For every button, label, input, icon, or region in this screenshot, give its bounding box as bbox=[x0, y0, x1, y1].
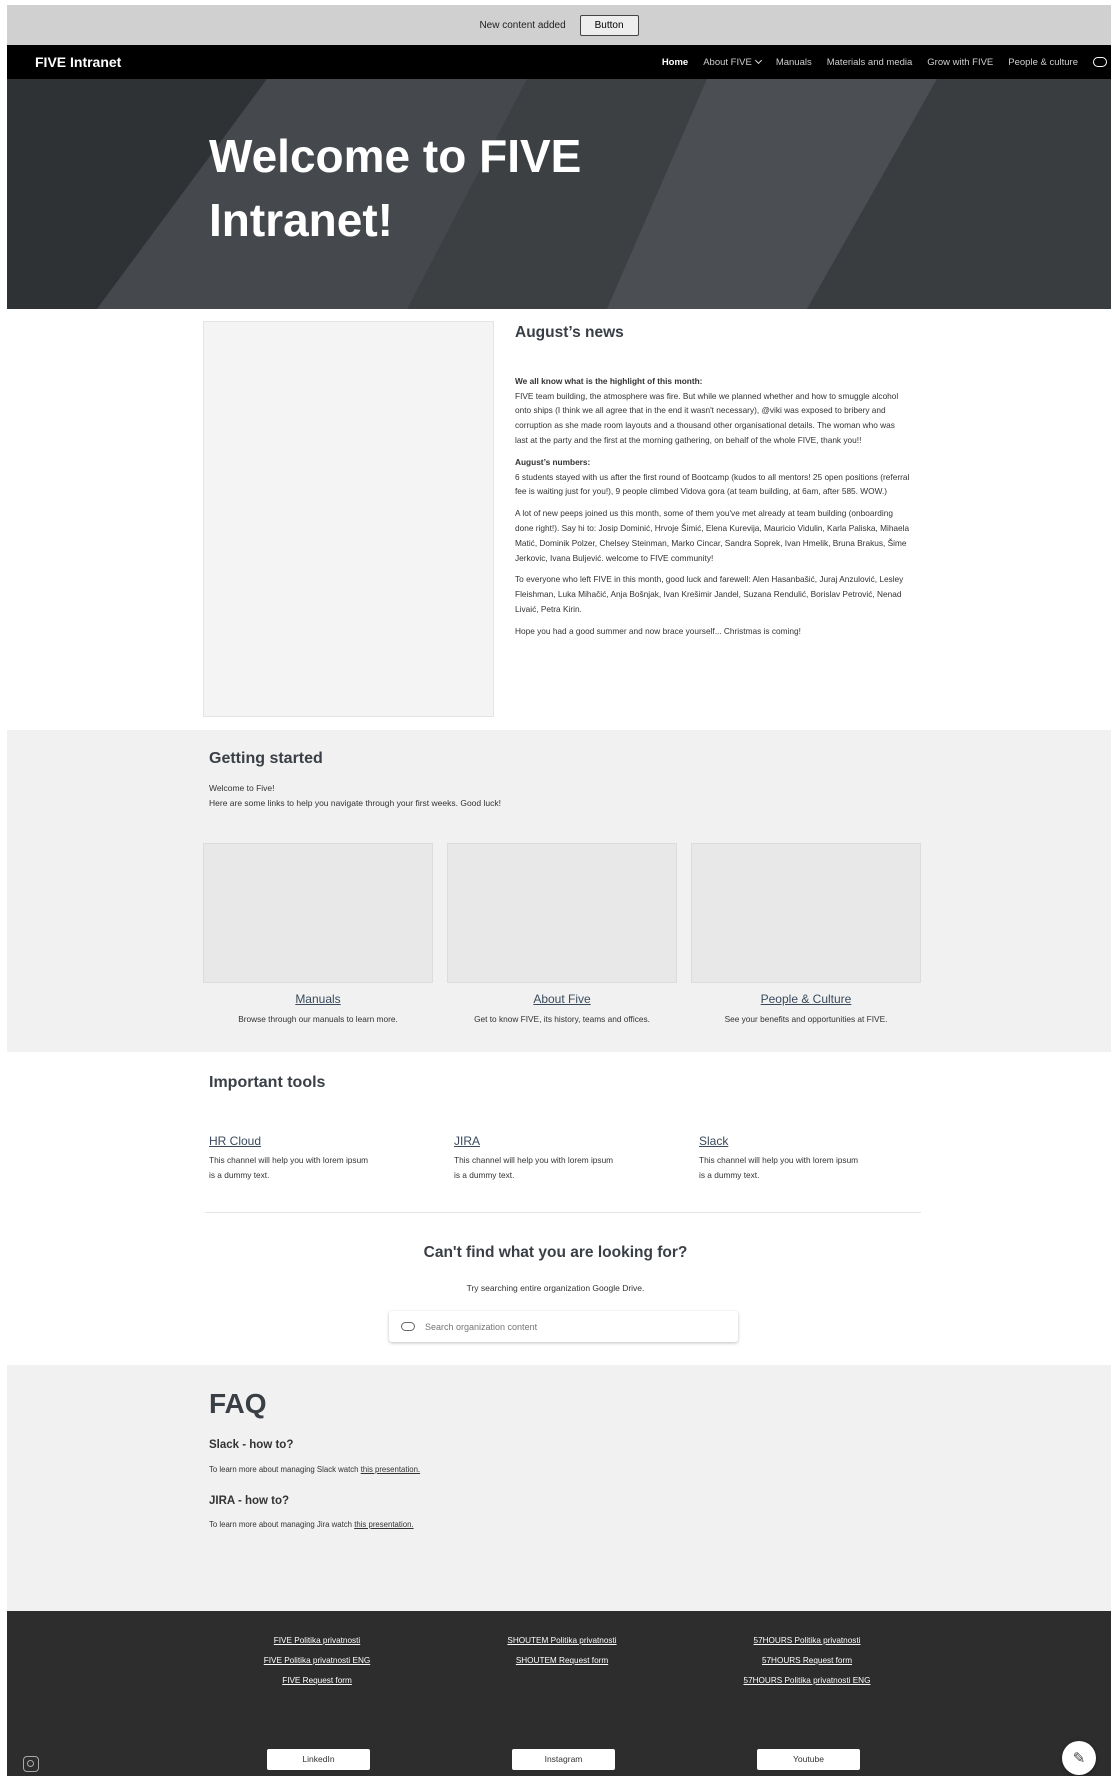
footer-column-57hours: 57HOURS Politika privatnosti 57HOURS Req… bbox=[677, 1631, 937, 1691]
tool-desc-line1: This channel will help you with lorem ip… bbox=[209, 1155, 369, 1165]
tool-desc-line1: This channel will help you with lorem ip… bbox=[454, 1155, 614, 1165]
card-image bbox=[447, 843, 677, 983]
faq-answer-jira: To learn more about managing Jira watch … bbox=[209, 1520, 414, 1529]
footer-link[interactable]: SHOUTEM Politika privatnosti bbox=[432, 1631, 692, 1651]
youtube-button[interactable]: Youtube bbox=[757, 1749, 860, 1770]
news-p1-text: FIVE team building, the atmosphere was f… bbox=[515, 390, 899, 445]
chevron-down-icon bbox=[754, 56, 762, 64]
news-paragraph-4: To everyone who left FIVE in this month,… bbox=[515, 574, 904, 614]
footer-link[interactable]: 57HOURS Politika privatnosti bbox=[677, 1631, 937, 1651]
search-box[interactable] bbox=[389, 1311, 738, 1342]
faq-answer-slack: To learn more about managing Slack watch… bbox=[209, 1465, 420, 1474]
tool-link[interactable]: JIRA bbox=[454, 1134, 644, 1148]
top-nav: FIVE Intranet Home About FIVE Manuals Ma… bbox=[7, 45, 1111, 79]
card-people-culture[interactable]: People & Culture See your benefits and o… bbox=[691, 843, 921, 1024]
footer-column-shoutem: SHOUTEM Politika privatnosti SHOUTEM Req… bbox=[432, 1631, 692, 1671]
card-image bbox=[203, 843, 433, 983]
getting-started-section: Getting started Welcome to Five! Here ar… bbox=[7, 730, 1111, 1052]
tool-desc-line1: This channel will help you with lorem ip… bbox=[699, 1155, 859, 1165]
news-paragraph-2: August’s numbers: 6 students stayed with … bbox=[515, 455, 910, 499]
intro-line-2: Here are some links to help you navigate… bbox=[209, 798, 501, 808]
notification-text: New content added bbox=[479, 19, 566, 31]
tool-description: This channel will help you with lorem ip… bbox=[454, 1153, 644, 1183]
faq-question-jira: JIRA - how to? bbox=[209, 1495, 290, 1507]
search-title: Can't find what you are looking for? bbox=[423, 1244, 688, 1261]
notification-bar: New content added Button bbox=[7, 5, 1111, 45]
footer-link[interactable]: SHOUTEM Request form bbox=[432, 1651, 692, 1671]
nav-item-about-five-label: About FIVE bbox=[703, 56, 752, 68]
intro-line-1: Welcome to Five! bbox=[209, 783, 275, 793]
news-title: August’s news bbox=[515, 324, 624, 341]
news-paragraph-3: A lot of new peeps joined us this month,… bbox=[515, 508, 910, 563]
news-image bbox=[203, 321, 494, 717]
nav-item-materials[interactable]: Materials and media bbox=[827, 57, 913, 68]
card-image bbox=[691, 843, 921, 983]
getting-started-title: Getting started bbox=[209, 750, 323, 767]
hero-title-line2: Intranet! bbox=[209, 194, 393, 246]
nav-item-about-five[interactable]: About FIVE bbox=[703, 56, 762, 68]
news-p1-heading: We all know what is the highlight of thi… bbox=[515, 375, 703, 386]
nav-item-home[interactable]: Home bbox=[662, 57, 688, 68]
footer-column-five: FIVE Politika privatnosti FIVE Politika … bbox=[187, 1631, 447, 1691]
card-title-link[interactable]: About Five bbox=[447, 992, 677, 1006]
faq-presentation-link[interactable]: this presentation. bbox=[361, 1465, 420, 1474]
nav-item-manuals[interactable]: Manuals bbox=[776, 57, 812, 68]
search-input[interactable] bbox=[425, 1321, 715, 1332]
tool-desc-line2: is a dummy text. bbox=[699, 1170, 760, 1180]
card-manuals[interactable]: Manuals Browse through our manuals to le… bbox=[203, 843, 433, 1024]
cloud-icon bbox=[401, 1322, 415, 1331]
news-paragraph-5: Hope you had a good summer and now brace… bbox=[515, 625, 801, 636]
footer-link[interactable]: FIVE Politika privatnosti bbox=[187, 1631, 447, 1651]
camera-icon[interactable] bbox=[23, 1756, 39, 1772]
faq-title: FAQ bbox=[209, 1388, 267, 1419]
linkedin-button[interactable]: LinkedIn bbox=[267, 1749, 370, 1770]
card-about-five[interactable]: About Five Get to know FIVE, its history… bbox=[447, 843, 677, 1024]
notification-button[interactable]: Button bbox=[579, 14, 639, 36]
tool-link[interactable]: Slack bbox=[699, 1134, 889, 1148]
section-divider bbox=[205, 1212, 921, 1213]
tool-description: This channel will help you with lorem ip… bbox=[209, 1153, 399, 1183]
pencil-icon: ✎ bbox=[1072, 1750, 1086, 1767]
card-description: Browse through our manuals to learn more… bbox=[238, 1014, 398, 1024]
edit-fab[interactable]: ✎ bbox=[1062, 1741, 1096, 1775]
tool-desc-line2: is a dummy text. bbox=[454, 1170, 515, 1180]
tools-title: Important tools bbox=[209, 1074, 326, 1091]
card-title-link[interactable]: People & Culture bbox=[691, 992, 921, 1006]
news-p2-text: 6 students stayed with us after the firs… bbox=[515, 471, 910, 497]
faq-answer-text: To learn more about managing Jira watch bbox=[209, 1520, 355, 1529]
news-p2-heading: August’s numbers: bbox=[515, 456, 591, 467]
hero-title: Welcome to FIVE Intranet! bbox=[209, 124, 669, 252]
nav-links: Home About FIVE Manuals Materials and me… bbox=[662, 56, 1107, 68]
footer-link[interactable]: 57HOURS Politika privatnosti ENG bbox=[677, 1671, 937, 1691]
faq-section: FAQ Slack - how to? To learn more about … bbox=[7, 1365, 1111, 1611]
footer-link[interactable]: FIVE Request form bbox=[187, 1671, 447, 1691]
tool-link[interactable]: HR Cloud bbox=[209, 1134, 399, 1148]
tool-description: This channel will help you with lorem ip… bbox=[699, 1153, 889, 1183]
hero-title-line1: Welcome to FIVE bbox=[209, 130, 582, 182]
getting-started-intro: Welcome to Five! Here are some links to … bbox=[209, 781, 501, 811]
tool-desc-line2: is a dummy text. bbox=[209, 1170, 270, 1180]
faq-answer-text: To learn more about managing Slack watch bbox=[209, 1465, 361, 1474]
faq-presentation-link[interactable]: this presentation. bbox=[354, 1520, 413, 1529]
tool-hr-cloud: HR Cloud This channel will help you with… bbox=[209, 1134, 399, 1183]
news-section: August’s news We all know what is the hi… bbox=[515, 324, 910, 646]
faq-question-slack: Slack - how to? bbox=[209, 1439, 294, 1451]
hero-banner: Welcome to FIVE Intranet! bbox=[7, 79, 1111, 309]
tool-slack: Slack This channel will help you with lo… bbox=[699, 1134, 889, 1183]
footer-link[interactable]: 57HOURS Request form bbox=[677, 1651, 937, 1671]
footer-link[interactable]: FIVE Politika privatnosti ENG bbox=[187, 1651, 447, 1671]
search-subtitle: Try searching entire organization Google… bbox=[466, 1283, 645, 1293]
site-brand[interactable]: FIVE Intranet bbox=[35, 54, 121, 70]
card-description: See your benefits and opportunities at F… bbox=[724, 1014, 888, 1024]
card-description: Get to know FIVE, its history, teams and… bbox=[474, 1014, 650, 1024]
instagram-button[interactable]: Instagram bbox=[512, 1749, 615, 1770]
tool-jira: JIRA This channel will help you with lor… bbox=[454, 1134, 644, 1183]
cloud-icon[interactable] bbox=[1093, 57, 1107, 67]
card-title-link[interactable]: Manuals bbox=[203, 992, 433, 1006]
footer: FIVE Politika privatnosti FIVE Politika … bbox=[7, 1611, 1111, 1776]
nav-item-grow[interactable]: Grow with FIVE bbox=[927, 57, 993, 68]
news-paragraph-1: We all know what is the highlight of thi… bbox=[515, 374, 910, 448]
nav-item-people-culture[interactable]: People & culture bbox=[1008, 57, 1078, 68]
